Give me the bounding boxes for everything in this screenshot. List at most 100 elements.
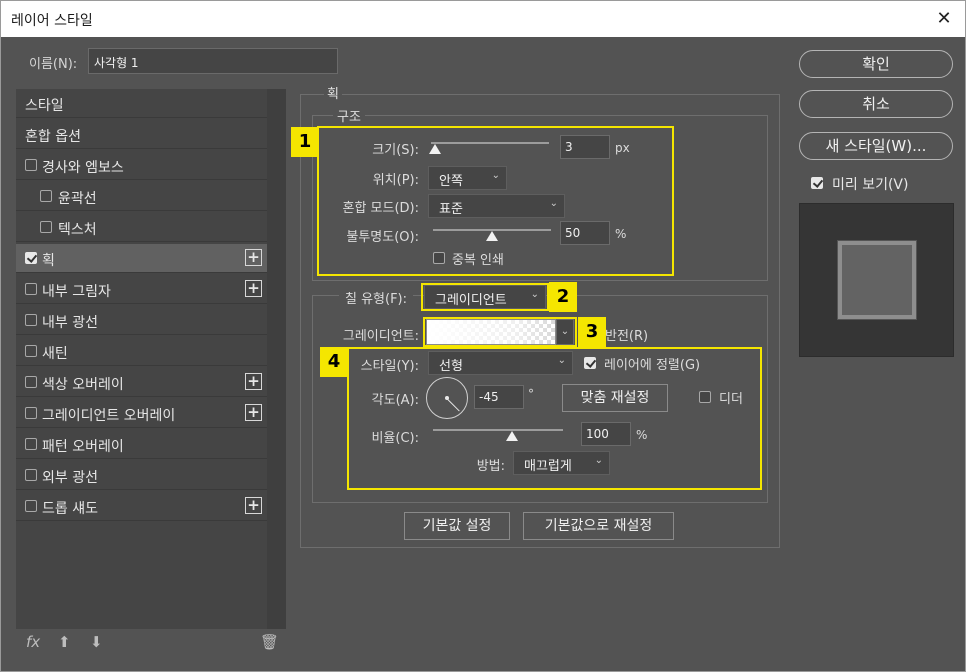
- reset-to-default-button[interactable]: 기본값으로 재설정: [523, 512, 674, 540]
- add-effect-icon[interactable]: +: [245, 497, 262, 514]
- style-item-label: 윤곽선: [58, 191, 97, 207]
- style-item[interactable]: 혼합 옵션: [16, 120, 267, 149]
- scale-input[interactable]: 100: [581, 422, 631, 446]
- preview-shape: [838, 241, 916, 319]
- new-style-button[interactable]: 새 스타일(W)...: [799, 132, 953, 160]
- dither-checkbox[interactable]: [699, 391, 711, 403]
- fill-type-dropdown[interactable]: 그레이디언트 ⌄: [424, 285, 546, 309]
- style-item-checkbox[interactable]: [25, 283, 37, 295]
- style-item-checkbox[interactable]: [40, 190, 52, 202]
- style-item-checkbox[interactable]: [25, 159, 37, 171]
- angle-label: 각도(A):: [371, 393, 419, 408]
- method-dropdown[interactable]: 매끄럽게 ⌄: [513, 451, 610, 475]
- fx-icon[interactable]: fx: [26, 633, 40, 651]
- preview-label: 미리 보기(V): [832, 177, 909, 193]
- style-item-label: 획: [42, 253, 55, 269]
- overprint-checkbox[interactable]: [433, 252, 445, 264]
- style-item-label: 내부 광선: [42, 315, 98, 331]
- add-effect-icon[interactable]: +: [245, 404, 262, 421]
- reset-alignment-button[interactable]: 맞춤 재설정: [562, 384, 668, 412]
- styles-list-scrollbar[interactable]: [267, 89, 286, 629]
- fill-type-value: 그레이디언트: [435, 293, 507, 308]
- angle-dial[interactable]: [426, 377, 468, 419]
- style-item-label: 외부 광선: [42, 470, 98, 486]
- styles-list: 스타일 혼합 옵션 경사와 엠보스 윤곽선 텍스처 획 + 내부 그림자 + 내부 광선 새틴 색상 …: [16, 89, 286, 629]
- style-item[interactable]: 패턴 오버레이: [16, 430, 267, 459]
- reverse-label[interactable]: 반전(R): [605, 325, 648, 344]
- style-item-checkbox[interactable]: [25, 376, 37, 388]
- style-item[interactable]: 색상 오버레이 +: [16, 368, 267, 397]
- style-item-label: 새틴: [42, 346, 68, 362]
- style-item-checkbox[interactable]: [25, 345, 37, 357]
- style-item[interactable]: 내부 그림자 +: [16, 275, 267, 304]
- style-item[interactable]: 스타일: [16, 89, 267, 118]
- close-icon[interactable]: ✕: [929, 5, 959, 33]
- style-item-checkbox[interactable]: [25, 500, 37, 512]
- style-item[interactable]: 그레이디언트 오버레이 +: [16, 399, 267, 428]
- name-label: 이름(N):: [29, 57, 78, 72]
- opacity-input[interactable]: 50: [560, 221, 610, 245]
- style-item-label: 내부 그림자: [42, 284, 111, 300]
- chevron-down-icon: ⌄: [530, 289, 539, 300]
- preview-checkbox[interactable]: [811, 177, 823, 189]
- opacity-slider-thumb[interactable]: [486, 231, 498, 241]
- scale-unit: %: [636, 428, 648, 442]
- style-item-checkbox[interactable]: [25, 252, 37, 264]
- title-bar: 레이어 스타일 ✕: [1, 1, 965, 37]
- scale-slider-track[interactable]: [433, 429, 563, 431]
- style-item[interactable]: 외부 광선: [16, 461, 267, 490]
- style-item-checkbox[interactable]: [25, 469, 37, 481]
- window-title: 레이어 스타일: [11, 13, 93, 29]
- style-item-label: 드롭 섀도: [42, 501, 98, 517]
- ok-button[interactable]: 확인: [799, 50, 953, 78]
- style-item-label: 패턴 오버레이: [42, 439, 124, 455]
- add-effect-icon[interactable]: +: [245, 373, 262, 390]
- style-dropdown[interactable]: 선형 ⌄: [428, 351, 573, 375]
- style-item-label: 텍스처: [58, 222, 97, 238]
- add-effect-icon[interactable]: +: [245, 280, 262, 297]
- angle-dial-needle: [446, 398, 460, 412]
- move-up-icon[interactable]: ⬆: [58, 633, 71, 651]
- style-label: 스타일(Y):: [360, 359, 419, 374]
- make-default-button[interactable]: 기본값 설정: [404, 512, 510, 540]
- method-label: 방법:: [476, 459, 505, 474]
- style-item-label: 그레이디언트 오버레이: [42, 408, 176, 424]
- size-slider-thumb[interactable]: [428, 144, 441, 154]
- style-item-label: 경사와 엠보스: [42, 160, 124, 176]
- name-input[interactable]: 사각형 1: [88, 48, 338, 74]
- style-item-checkbox[interactable]: [25, 438, 37, 450]
- style-item[interactable]: 윤곽선: [16, 182, 267, 211]
- size-input[interactable]: 3: [560, 135, 610, 159]
- size-label: 크기(S):: [372, 143, 419, 158]
- gradient-label: 그레이디언트:: [342, 329, 419, 344]
- gradient-picker-arrow[interactable]: ⌄: [556, 319, 574, 345]
- blend-mode-value: 표준: [439, 202, 463, 217]
- style-item[interactable]: 드롭 섀도 +: [16, 492, 267, 521]
- style-item-checkbox[interactable]: [40, 221, 52, 233]
- cancel-button[interactable]: 취소: [799, 90, 953, 118]
- style-item-checkbox[interactable]: [25, 407, 37, 419]
- add-effect-icon[interactable]: +: [245, 249, 262, 266]
- chevron-down-icon: ⌄: [594, 455, 603, 466]
- style-item[interactable]: 내부 광선: [16, 306, 267, 335]
- position-dropdown[interactable]: 안쪽 ⌄: [428, 166, 507, 190]
- style-item[interactable]: 텍스처: [16, 213, 267, 242]
- style-item-label: 혼합 옵션: [25, 129, 81, 145]
- badge-4: 4: [320, 347, 348, 377]
- trash-icon[interactable]: 🗑: [260, 633, 279, 651]
- stroke-title: 획: [324, 83, 342, 102]
- gradient-swatch[interactable]: [426, 319, 556, 345]
- size-slider-track[interactable]: [431, 142, 549, 144]
- align-with-layer-checkbox[interactable]: [584, 357, 596, 369]
- blend-mode-label: 혼합 모드(D):: [342, 201, 419, 216]
- style-item[interactable]: 경사와 엠보스: [16, 151, 267, 180]
- badge-2: 2: [549, 282, 577, 312]
- dither-label: 디더: [719, 392, 743, 407]
- style-item[interactable]: 새틴: [16, 337, 267, 366]
- style-item-checkbox[interactable]: [25, 314, 37, 326]
- style-item[interactable]: 획 +: [16, 244, 267, 273]
- scale-slider-thumb[interactable]: [506, 431, 518, 441]
- angle-input[interactable]: -45: [474, 385, 524, 409]
- blend-mode-dropdown[interactable]: 표준 ⌄: [428, 194, 565, 218]
- move-down-icon[interactable]: ⬇: [90, 633, 103, 651]
